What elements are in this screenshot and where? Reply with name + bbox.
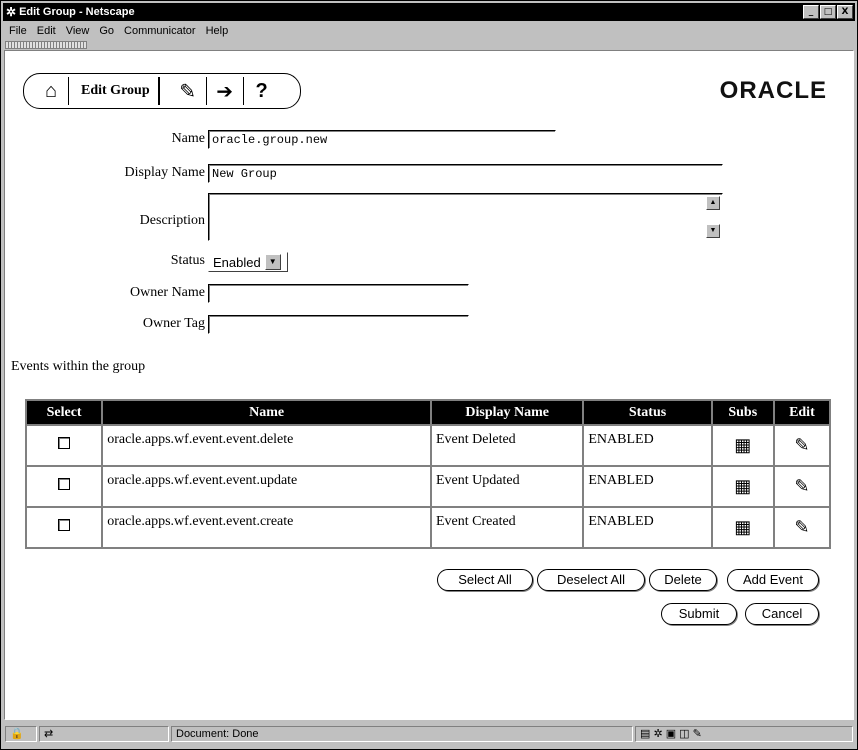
select-all-button[interactable]: Select All <box>437 569 533 591</box>
event-name-cell: oracle.apps.wf.event.event.update <box>101 465 432 508</box>
pencil-icon[interactable]: ✎ <box>794 435 809 455</box>
name-input[interactable]: oracle.group.new <box>208 130 556 149</box>
exit-button[interactable]: ➔ <box>207 77 244 105</box>
home-icon: ⌂ <box>44 79 58 102</box>
security-lock-icon[interactable]: 🔒 <box>5 726 37 742</box>
page-content: ⌂ Edit Group ✎ ➔ ? ORACLE Name oracle.gr… <box>4 50 854 720</box>
table-row: oracle.apps.wf.event.event.create Event … <box>24 506 832 549</box>
column-header-name: Name <box>101 399 432 426</box>
owner-tag-label: Owner Tag <box>142 316 205 331</box>
event-display-name-cell: Event Created <box>429 506 585 549</box>
event-status-cell: ENABLED <box>582 465 713 508</box>
event-display-name-cell: Event Deleted <box>429 424 585 467</box>
globe-icon: ✎ <box>179 80 196 103</box>
toolbar-grip[interactable] <box>5 41 87 49</box>
subscriptions-icon[interactable]: ▦ <box>734 517 751 537</box>
delete-button[interactable]: Delete <box>649 569 717 591</box>
menu-communicator[interactable]: Communicator <box>124 25 196 37</box>
menu-file[interactable]: File <box>9 25 27 37</box>
submit-button[interactable]: Submit <box>661 603 737 625</box>
exit-door-icon: ➔ <box>216 80 233 103</box>
help-button[interactable]: ? <box>244 77 280 105</box>
netscape-icon: ✲ <box>6 5 17 19</box>
owner-name-input[interactable] <box>208 284 469 303</box>
scroll-down-icon[interactable]: ▼ <box>706 224 720 238</box>
chevron-down-icon: ▼ <box>264 254 281 270</box>
cancel-button[interactable]: Cancel <box>745 603 819 625</box>
globe-button[interactable]: ✎ <box>170 77 207 105</box>
event-status-cell: ENABLED <box>582 424 713 467</box>
event-name-cell: oracle.apps.wf.event.event.delete <box>101 424 432 467</box>
window-title: Edit Group - Netscape <box>19 6 135 18</box>
table-row: oracle.apps.wf.event.event.delete Event … <box>24 424 832 467</box>
minimize-button[interactable]: _ <box>803 5 819 19</box>
table-row: oracle.apps.wf.event.event.update Event … <box>24 465 832 508</box>
events-section-title: Events within the group <box>11 359 146 374</box>
status-bar: 🔒 ⇄ Document: Done ▤ ✲ ▣ ◫ ✎ <box>3 724 855 744</box>
column-header-select: Select <box>24 399 104 426</box>
connection-icon: ⇄ <box>39 726 169 742</box>
oracle-logo: ORACLE <box>719 77 827 104</box>
scroll-up-icon[interactable]: ▲ <box>706 196 720 210</box>
owner-tag-input[interactable] <box>208 315 469 334</box>
page-title: Edit Group <box>81 77 160 105</box>
status-select-value: Enabled <box>213 254 261 270</box>
status-select[interactable]: Enabled ▼ <box>208 252 288 272</box>
status-label: Status <box>170 253 205 268</box>
title-bar: ✲ Edit Group - Netscape _ □ X <box>3 3 855 21</box>
status-text: Document: Done <box>171 726 633 742</box>
row-select-checkbox[interactable] <box>58 519 71 531</box>
display-name-label: Display Name <box>124 165 205 180</box>
subscriptions-icon[interactable]: ▦ <box>734 476 751 496</box>
column-header-display-name: Display Name <box>429 399 585 426</box>
column-header-edit: Edit <box>772 399 832 426</box>
menu-view[interactable]: View <box>66 25 90 37</box>
subscriptions-icon[interactable]: ▦ <box>734 435 751 455</box>
add-event-button[interactable]: Add Event <box>727 569 819 591</box>
menu-edit[interactable]: Edit <box>37 25 56 37</box>
events-table: Select Name Display Name Status Subs Edi… <box>24 399 832 549</box>
event-name-cell: oracle.apps.wf.event.event.create <box>101 506 432 549</box>
pencil-icon[interactable]: ✎ <box>794 476 809 496</box>
column-header-status: Status <box>582 399 713 426</box>
browser-window: ✲ Edit Group - Netscape _ □ X File Edit … <box>0 0 858 750</box>
component-bar-icons[interactable]: ▤ ✲ ▣ ◫ ✎ <box>635 726 853 742</box>
menu-bar: File Edit View Go Communicator Help <box>3 22 855 40</box>
event-display-name-cell: Event Updated <box>429 465 585 508</box>
display-name-input[interactable]: New Group <box>208 164 723 183</box>
row-select-checkbox[interactable] <box>58 437 71 449</box>
description-textarea[interactable]: ▲ ▼ <box>208 193 723 241</box>
menu-help[interactable]: Help <box>206 25 229 37</box>
pencil-icon[interactable]: ✎ <box>794 517 809 537</box>
column-header-subs: Subs <box>710 399 775 426</box>
name-label: Name <box>171 131 205 146</box>
deselect-all-button[interactable]: Deselect All <box>537 569 645 591</box>
event-status-cell: ENABLED <box>582 506 713 549</box>
maximize-button[interactable]: □ <box>820 5 836 19</box>
owner-name-label: Owner Name <box>129 285 205 300</box>
row-select-checkbox[interactable] <box>58 478 71 490</box>
description-label: Description <box>139 213 205 228</box>
menu-go[interactable]: Go <box>99 25 114 37</box>
home-button[interactable]: ⌂ <box>34 77 69 105</box>
app-toolbar: ⌂ Edit Group ✎ ➔ ? <box>23 73 301 109</box>
close-button[interactable]: X <box>837 5 853 19</box>
